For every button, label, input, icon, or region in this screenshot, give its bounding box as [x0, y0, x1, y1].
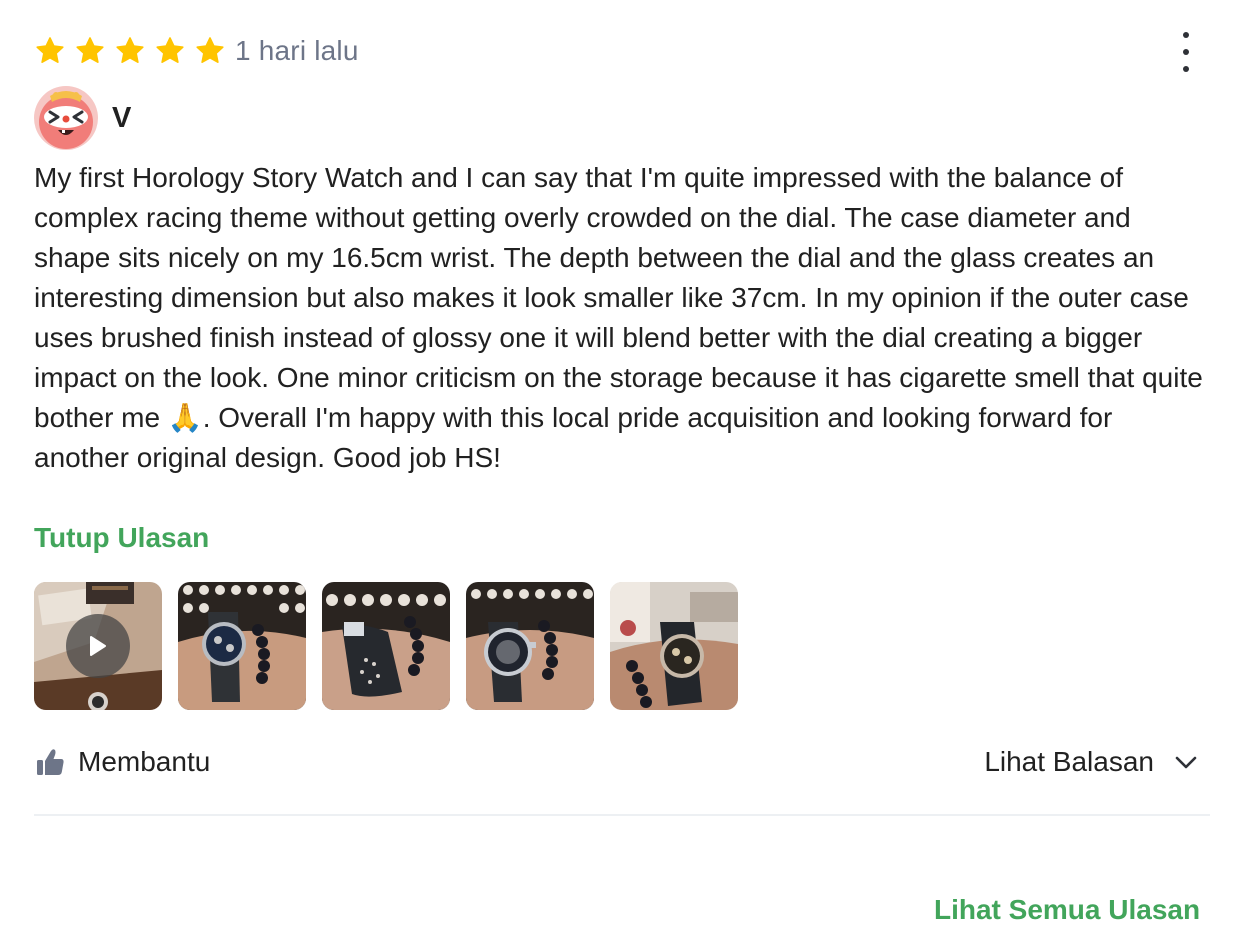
more-vertical-icon-dot: [1183, 66, 1189, 72]
avatar: [34, 86, 98, 150]
more-vertical-icon-dot: [1183, 49, 1189, 55]
star-icon: [36, 37, 64, 63]
media-thumbnail-image[interactable]: [466, 582, 594, 710]
rating-row: 1 hari lalu: [34, 30, 359, 72]
helpful-button[interactable]: Membantu: [34, 746, 210, 778]
star-icon: [156, 37, 184, 63]
watch-photo: [466, 582, 594, 710]
collapse-review-link[interactable]: Tutup Ulasan: [34, 518, 209, 558]
media-thumbnail-image[interactable]: [322, 582, 450, 710]
see-all-reviews-link[interactable]: Lihat Semua Ulasan: [934, 890, 1200, 930]
star-icon: [196, 37, 224, 63]
star-icon: [116, 37, 144, 63]
view-replies-button[interactable]: Lihat Balasan: [984, 746, 1200, 778]
star-rating: [34, 35, 226, 67]
review-text: My first Horology Story Watch and I can …: [34, 162, 1203, 473]
review-time: 1 hari lalu: [235, 35, 359, 66]
review-media: [34, 582, 738, 710]
more-vertical-icon: [1183, 32, 1189, 38]
more-options-button[interactable]: [1176, 32, 1196, 72]
star-icon: [76, 37, 104, 63]
watch-photo: [322, 582, 450, 710]
chevron-down-icon: [1175, 756, 1197, 769]
reviewer-info: V: [34, 86, 131, 150]
media-thumbnail-video[interactable]: [34, 582, 162, 710]
play-icon: [90, 636, 106, 656]
thumbs-up-icon: [37, 749, 64, 775]
reviewer-name: V: [112, 101, 132, 134]
media-thumbnail-image[interactable]: [610, 582, 738, 710]
view-replies-label: Lihat Balasan: [984, 746, 1154, 777]
review-card: 1 hari lalu V My first Horology Story Wa…: [34, 0, 1210, 925]
divider: [34, 814, 1210, 816]
watch-photo: [178, 582, 306, 710]
watch-photo: [610, 582, 738, 710]
play-button[interactable]: [66, 614, 130, 678]
review-actions: Membantu Lihat Balasan: [34, 738, 1210, 786]
helpful-label: Membantu: [78, 746, 211, 777]
media-thumbnail-image[interactable]: [178, 582, 306, 710]
